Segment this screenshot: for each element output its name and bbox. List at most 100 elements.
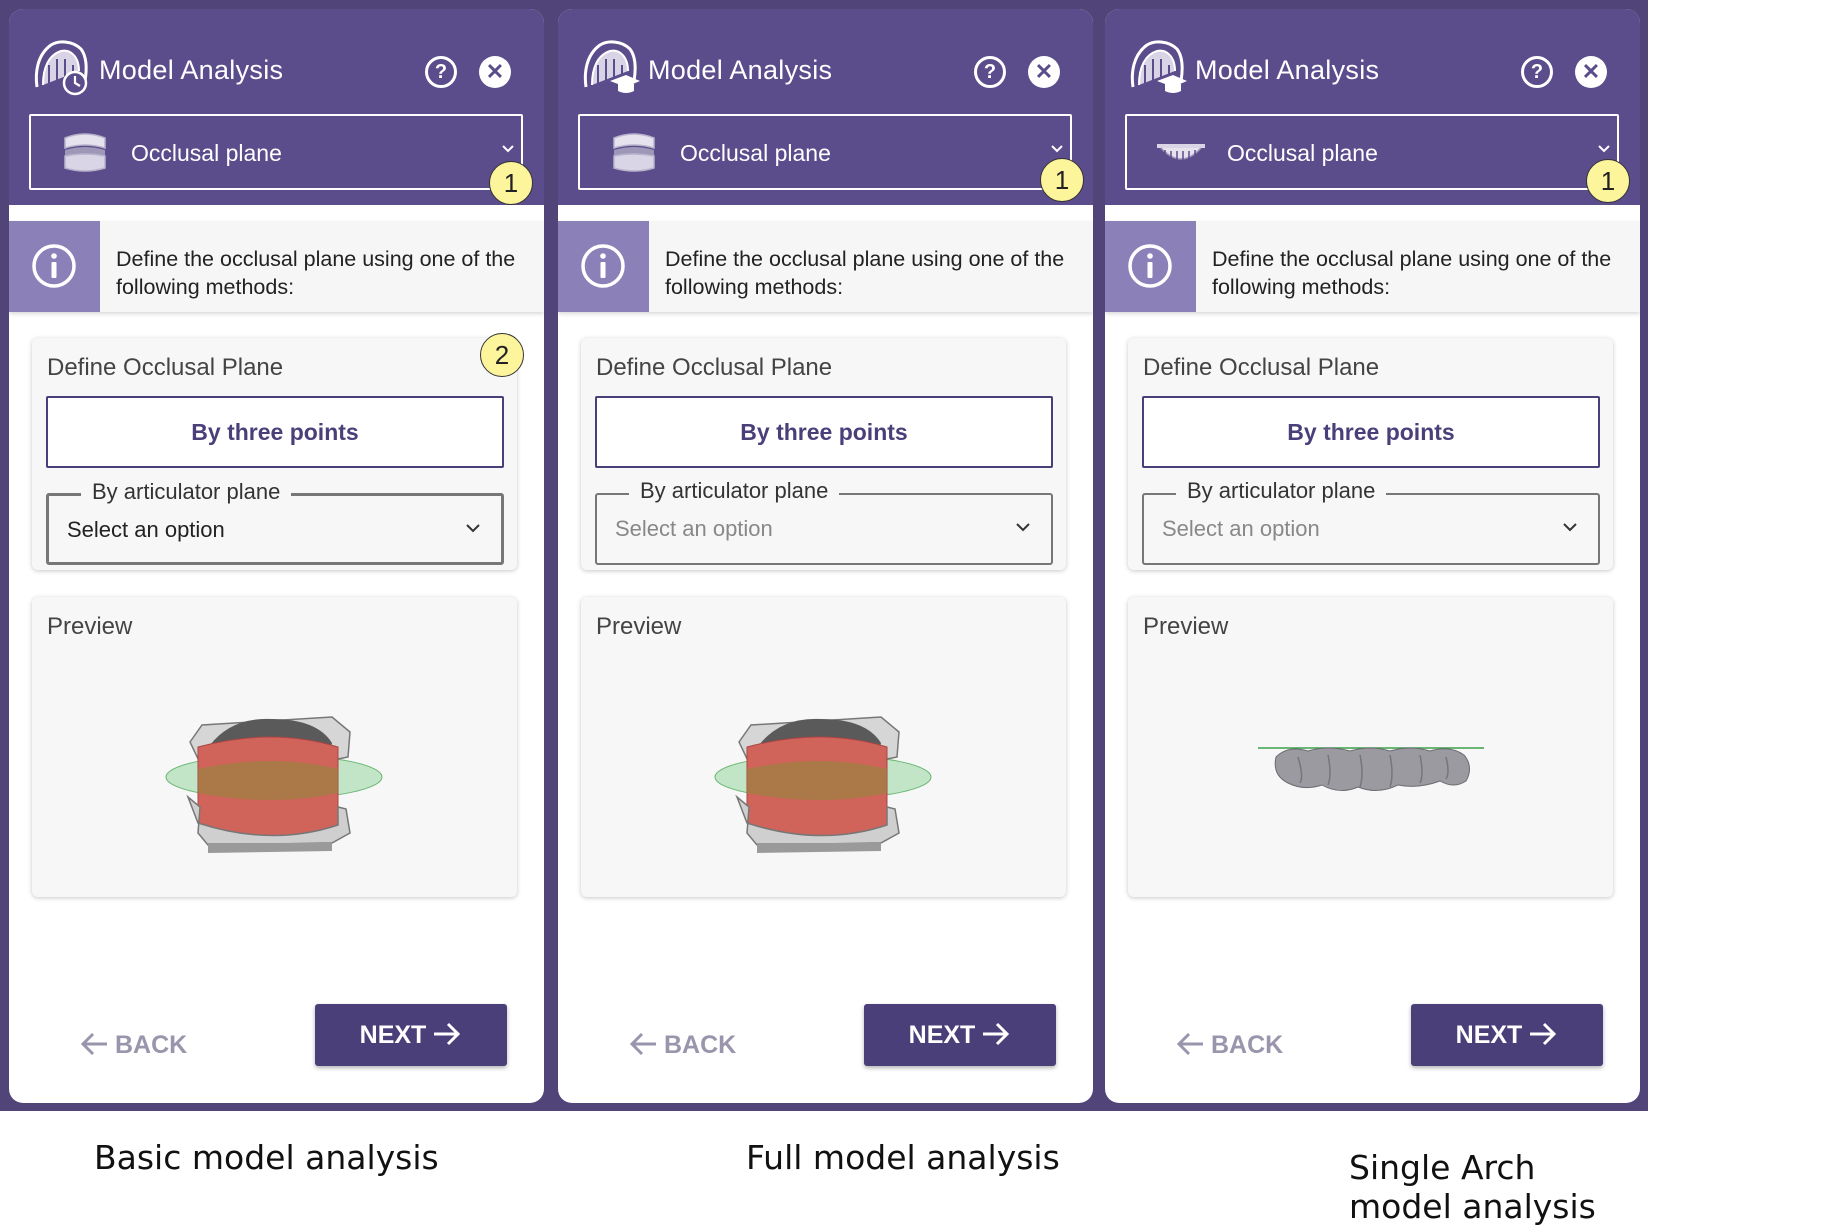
by-three-points-button[interactable]: By three points bbox=[46, 396, 504, 468]
single-arch-model bbox=[1258, 747, 1484, 791]
define-card-title: Define Occlusal Plane bbox=[47, 354, 284, 381]
model-preview-viewport[interactable] bbox=[581, 657, 1066, 897]
articulator-plane-label: By articulator plane bbox=[1176, 478, 1387, 504]
panel-title: Model Analysis bbox=[99, 55, 284, 85]
single-arch-icon bbox=[1157, 144, 1205, 162]
info-icon bbox=[32, 244, 76, 288]
arrow-right-icon bbox=[983, 1022, 1010, 1046]
analysis-type-label: Occlusal plane bbox=[1227, 140, 1378, 166]
articulator-plane-label: By articulator plane bbox=[629, 478, 840, 504]
info-banner: Define the occlusal plane using one of t… bbox=[558, 221, 1093, 312]
back-label: BACK bbox=[115, 1031, 188, 1059]
preview-card: Preview bbox=[581, 597, 1066, 897]
model-preview-viewport[interactable] bbox=[32, 657, 517, 897]
model-preview-viewport[interactable] bbox=[1128, 657, 1613, 897]
close-icon[interactable]: ✕ bbox=[1575, 56, 1607, 88]
chevron-down-icon bbox=[1598, 145, 1610, 153]
back-button[interactable]: BACK bbox=[628, 1015, 778, 1075]
callout-badge-1: 1 bbox=[1040, 158, 1084, 202]
preview-title: Preview bbox=[47, 613, 133, 640]
articulator-plane-dropdown[interactable]: By articulator plane Select an option bbox=[1142, 478, 1600, 565]
close-icon[interactable]: ✕ bbox=[479, 56, 511, 88]
next-label: NEXT bbox=[1455, 1021, 1523, 1049]
info-icon bbox=[581, 244, 625, 288]
callout-badge-1: 1 bbox=[1586, 159, 1630, 203]
next-label: NEXT bbox=[359, 1021, 427, 1049]
articulator-plane-dropdown[interactable]: By articulator plane Select an option bbox=[46, 479, 504, 565]
model-analysis-panel: Model Analysis ? ✕ Occlusal plane Define… bbox=[9, 9, 544, 1103]
panel-header: Model Analysis ? ✕ Occlusal plane bbox=[1105, 9, 1640, 205]
preview-card: Preview bbox=[1128, 597, 1613, 897]
model-analysis-window: Model Analysis ? ✕ Occlusal plane Define… bbox=[549, 0, 1101, 1177]
define-occlusal-plane-card: Define Occlusal Plane By three points By… bbox=[32, 338, 517, 570]
articulator-plane-dropdown[interactable]: By articulator plane Select an option bbox=[595, 478, 1053, 565]
articulator-select-value: Select an option bbox=[615, 516, 773, 541]
info-banner: Define the occlusal plane using one of t… bbox=[1105, 221, 1640, 312]
callout-badge-1: 1 bbox=[489, 161, 533, 205]
define-card-title: Define Occlusal Plane bbox=[1143, 354, 1380, 381]
full-jaw-model bbox=[714, 716, 932, 853]
info-text: Define the occlusal plane using one of t… bbox=[116, 247, 516, 299]
panel-title: Model Analysis bbox=[1195, 55, 1380, 85]
back-label: BACK bbox=[1211, 1031, 1284, 1059]
help-icon[interactable]: ? bbox=[1521, 56, 1553, 88]
help-icon[interactable]: ? bbox=[425, 56, 457, 88]
arrow-left-icon bbox=[629, 1032, 656, 1056]
analysis-type-label: Occlusal plane bbox=[131, 140, 282, 166]
arrow-right-icon bbox=[434, 1022, 461, 1046]
preview-card: Preview bbox=[32, 597, 517, 897]
define-occlusal-plane-card: Define Occlusal Plane By three points By… bbox=[1128, 338, 1613, 570]
arrow-left-icon bbox=[80, 1032, 107, 1056]
model-analysis-panel: Model Analysis ? ✕ Occlusal plane Define… bbox=[558, 9, 1093, 1103]
define-card-title: Define Occlusal Plane bbox=[596, 354, 833, 381]
model-analysis-logo-icon bbox=[34, 40, 88, 96]
callout-badge-2: 2 bbox=[480, 333, 524, 377]
arrow-right-icon bbox=[1530, 1022, 1557, 1046]
model-analysis-logo-icon bbox=[583, 40, 640, 93]
info-banner: Define the occlusal plane using one of t… bbox=[9, 221, 544, 312]
info-icon bbox=[1128, 244, 1172, 288]
model-analysis-logo-icon bbox=[1130, 40, 1187, 93]
back-button[interactable]: BACK bbox=[79, 1015, 229, 1075]
preview-title: Preview bbox=[1143, 613, 1229, 640]
panel-title: Model Analysis bbox=[648, 55, 833, 85]
full-jaw-model bbox=[165, 716, 383, 853]
close-icon[interactable]: ✕ bbox=[1028, 56, 1060, 88]
by-three-points-button[interactable]: By three points bbox=[1142, 396, 1600, 468]
articulator-select-value: Select an option bbox=[67, 517, 225, 542]
chevron-down-icon bbox=[466, 524, 480, 533]
info-text: Define the occlusal plane using one of t… bbox=[665, 247, 1065, 299]
articulator-select-value: Select an option bbox=[1162, 516, 1320, 541]
model-analysis-panel: Model Analysis ? ✕ Occlusal plane Define… bbox=[1105, 9, 1640, 1103]
analysis-type-select[interactable]: Occlusal plane bbox=[578, 114, 1072, 190]
panel-caption: Single Arch model analysis bbox=[1349, 1148, 1596, 1226]
chevron-down-icon bbox=[1563, 523, 1577, 532]
chevron-down-icon bbox=[1051, 145, 1063, 153]
info-icon-container bbox=[558, 221, 649, 312]
analysis-type-label: Occlusal plane bbox=[680, 140, 831, 166]
help-icon[interactable]: ? bbox=[974, 56, 1006, 88]
model-analysis-window: Model Analysis ? ✕ Occlusal plane Define… bbox=[1096, 0, 1648, 1226]
back-label: BACK bbox=[664, 1031, 737, 1059]
next-button[interactable]: NEXT bbox=[864, 1004, 1056, 1066]
model-analysis-window: Model Analysis ? ✕ Occlusal plane Define… bbox=[0, 0, 552, 1177]
back-button[interactable]: BACK bbox=[1175, 1015, 1325, 1075]
panel-header: Model Analysis ? ✕ Occlusal plane bbox=[9, 9, 544, 205]
next-button[interactable]: NEXT bbox=[1411, 1004, 1603, 1066]
articulator-plane-label: By articulator plane bbox=[81, 479, 292, 505]
preview-title: Preview bbox=[596, 613, 682, 640]
by-three-points-button[interactable]: By three points bbox=[595, 396, 1053, 468]
chevron-down-icon bbox=[502, 145, 514, 153]
define-occlusal-plane-card: Define Occlusal Plane By three points By… bbox=[581, 338, 1066, 570]
panel-header: Model Analysis ? ✕ Occlusal plane bbox=[558, 9, 1093, 205]
analysis-type-select[interactable]: Occlusal plane bbox=[1125, 114, 1619, 190]
analysis-type-select[interactable]: Occlusal plane bbox=[29, 114, 523, 190]
info-icon-container bbox=[9, 221, 100, 312]
jaw-model-icon bbox=[64, 133, 106, 172]
next-label: NEXT bbox=[908, 1021, 976, 1049]
info-icon-container bbox=[1105, 221, 1196, 312]
chevron-down-icon bbox=[1016, 523, 1030, 532]
next-button[interactable]: NEXT bbox=[315, 1004, 507, 1066]
jaw-model-icon bbox=[613, 133, 655, 172]
info-text: Define the occlusal plane using one of t… bbox=[1212, 247, 1612, 299]
